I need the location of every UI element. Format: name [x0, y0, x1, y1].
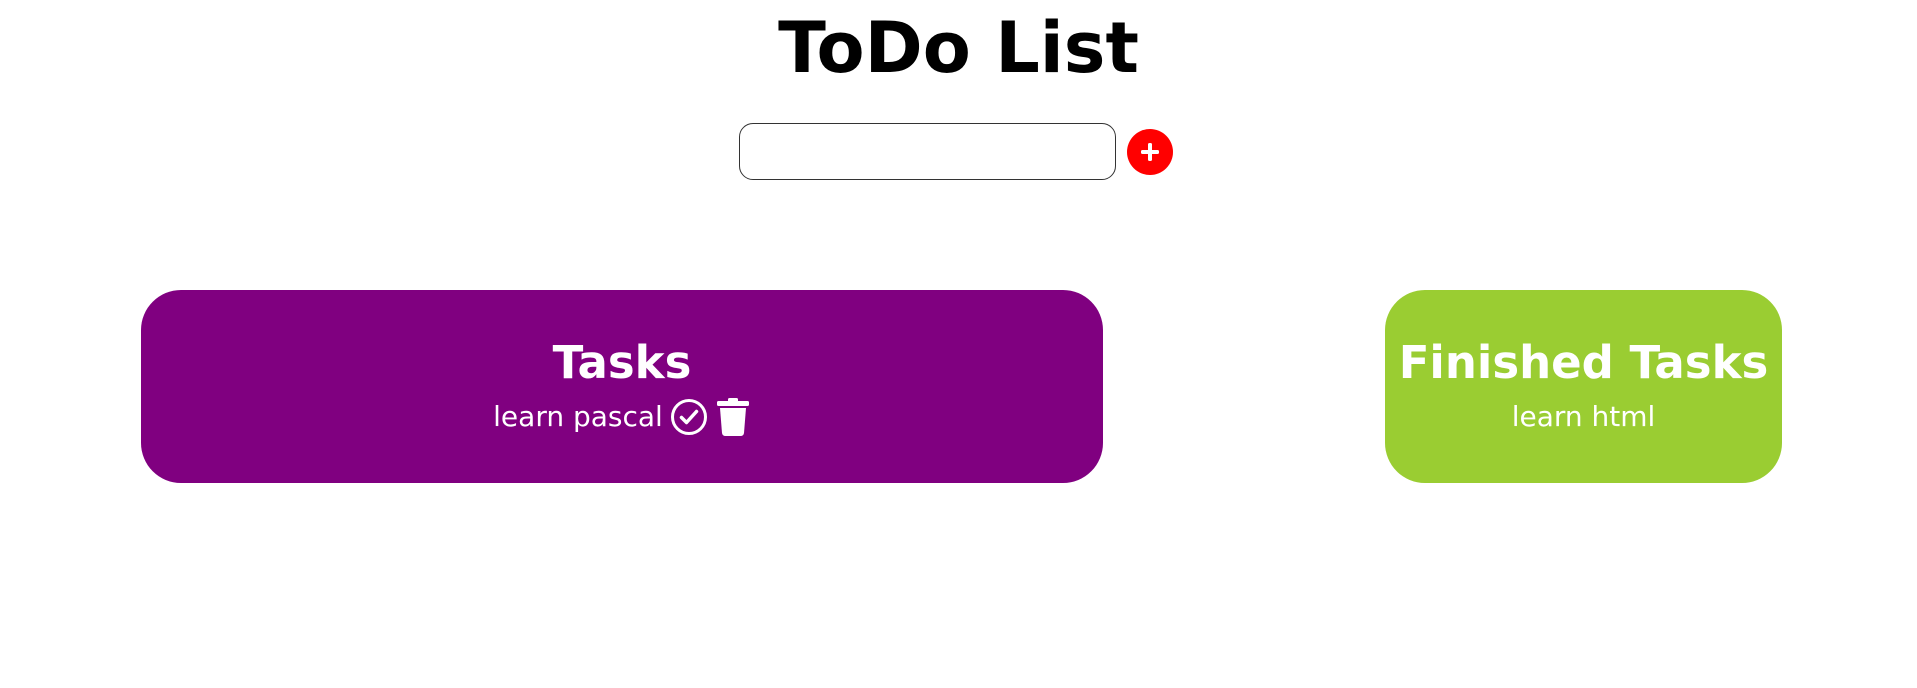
task-item: learn pascal: [141, 397, 1103, 437]
tasks-title: Tasks: [552, 336, 692, 389]
finished-task-item: learn html: [1385, 397, 1782, 437]
finished-task-label: learn html: [1511, 400, 1656, 433]
finished-tasks-title: Finished Tasks: [1398, 336, 1769, 389]
task-label: learn pascal: [493, 400, 663, 433]
trash-icon[interactable]: [715, 397, 751, 437]
finished-tasks-card: Finished Tasks learn html: [1385, 290, 1782, 483]
add-task-button[interactable]: [1127, 129, 1173, 175]
page-title: ToDo List: [778, 7, 1139, 89]
finished-tasks-list: learn html: [1385, 397, 1782, 437]
plus-icon: [1141, 143, 1159, 161]
check-circle-icon[interactable]: [669, 397, 709, 437]
tasks-card: Tasks learn pascal: [141, 290, 1103, 483]
new-task-input[interactable]: [739, 123, 1116, 180]
tasks-list: learn pascal: [141, 397, 1103, 437]
